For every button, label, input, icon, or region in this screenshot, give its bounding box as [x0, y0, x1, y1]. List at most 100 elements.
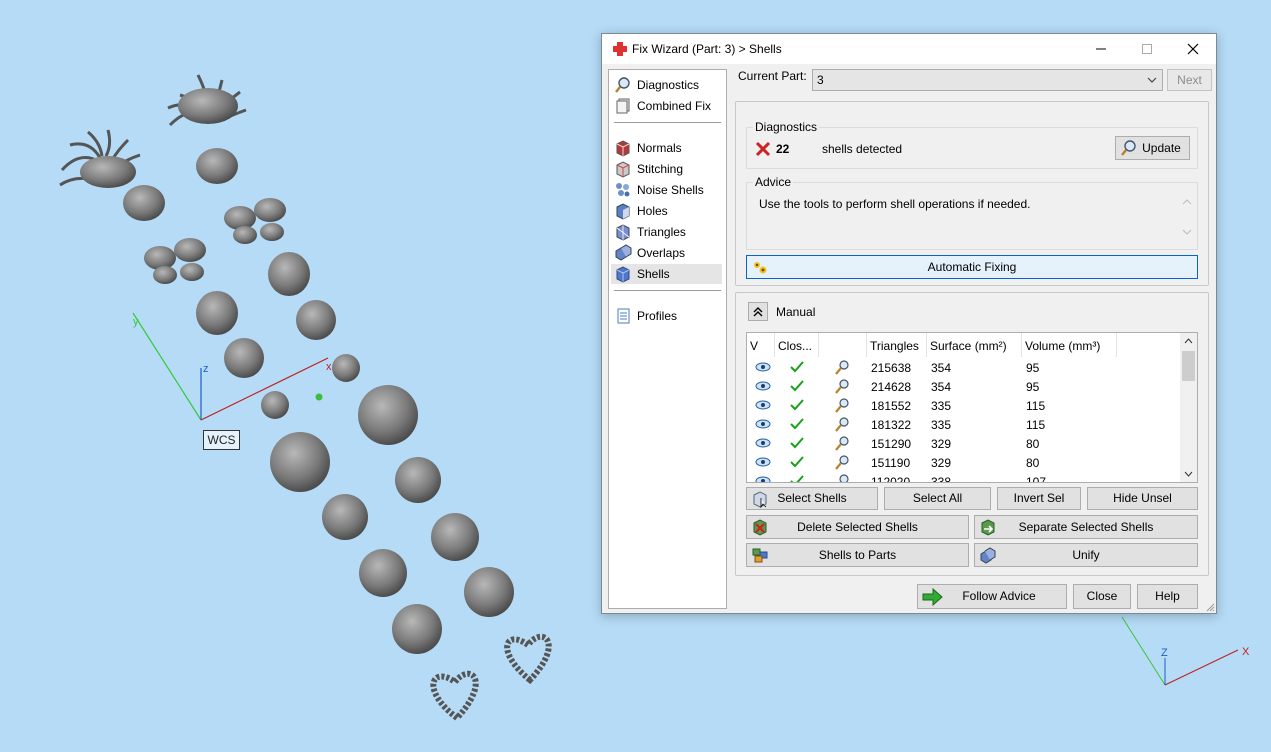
eye-icon[interactable]: [755, 419, 771, 429]
nav-item-label: Noise Shells: [637, 183, 704, 197]
separate-selected-shells-button[interactable]: Separate Selected Shells: [974, 515, 1198, 539]
jewelry-model-snowflake-2: [395, 457, 441, 503]
title-bar[interactable]: Fix Wizard (Part: 3) > Shells: [602, 34, 1216, 64]
netfabb-cross-icon: [613, 42, 627, 56]
select-all-button[interactable]: Select All: [884, 487, 991, 510]
unify-button[interactable]: Unify: [974, 543, 1198, 567]
minimize-icon: [1096, 48, 1106, 50]
automatic-fixing-button[interactable]: Automatic Fixing: [746, 255, 1198, 279]
nav-item-shells[interactable]: Shells: [611, 264, 722, 284]
table-row[interactable]: 151190 329 80: [747, 453, 1181, 472]
checkmark-icon: [790, 361, 804, 373]
column-header-closed[interactable]: Clos...: [775, 333, 819, 357]
close-window-button[interactable]: [1170, 34, 1216, 64]
nav-item-diagnostics[interactable]: Diagnostics: [611, 75, 722, 95]
table-row[interactable]: 181552 335 115: [747, 396, 1181, 415]
zoom-to-shell-icon[interactable]: [834, 378, 850, 394]
eye-icon[interactable]: [755, 381, 771, 391]
nav-item-holes[interactable]: Holes: [611, 201, 722, 221]
cell-volume: 115: [1026, 418, 1046, 432]
nav-item-normals[interactable]: Normals: [611, 138, 722, 158]
resize-grip-icon[interactable]: [1205, 602, 1215, 612]
eye-icon[interactable]: [755, 457, 771, 467]
zoom-to-shell-icon[interactable]: [834, 397, 850, 413]
shell-count: 22: [776, 142, 790, 156]
checkmark-icon: [790, 380, 804, 392]
next-button[interactable]: Next: [1167, 69, 1212, 91]
table-row[interactable]: 215638 354 95: [747, 358, 1181, 377]
nav-item-label: Holes: [637, 204, 668, 218]
scrollbar-thumb[interactable]: [1182, 351, 1195, 381]
nav-item-combined-fix[interactable]: Combined Fix: [611, 96, 722, 116]
maximize-button[interactable]: [1124, 34, 1170, 64]
holes-icon: [616, 203, 630, 220]
scroll-down-icon[interactable]: [1184, 471, 1193, 477]
diagnostics-group: Diagnostics 22 shells detected Update: [746, 120, 1198, 169]
column-header-surface[interactable]: Surface (mm²): [927, 333, 1022, 357]
follow-advice-button[interactable]: Follow Advice: [917, 584, 1067, 609]
automatic-fixing-label: Automatic Fixing: [927, 260, 1017, 274]
table-row[interactable]: 181322 335 115: [747, 415, 1181, 434]
cell-triangles: 214628: [871, 380, 912, 394]
scroll-up-icon[interactable]: [1182, 199, 1192, 205]
table-row[interactable]: 151290 329 80: [747, 434, 1181, 453]
close-button[interactable]: Close: [1073, 584, 1131, 609]
current-part-select[interactable]: 3: [812, 69, 1163, 91]
nav-item-stitching[interactable]: Stitching: [611, 159, 722, 179]
nav-item-profiles[interactable]: Profiles: [611, 306, 722, 326]
column-header-zoom[interactable]: [819, 333, 867, 357]
shells-to-parts-button[interactable]: Shells to Parts: [746, 543, 969, 567]
double-chevron-up-icon: [753, 307, 763, 317]
minimize-button[interactable]: [1078, 34, 1124, 64]
nav-item-label: Profiles: [637, 309, 678, 323]
shells-icon: [616, 266, 630, 283]
column-header-visible[interactable]: V: [747, 333, 775, 357]
cell-surface: 354: [931, 361, 952, 375]
cell-triangles: 112020: [871, 475, 911, 483]
scroll-up-icon[interactable]: [1184, 338, 1193, 344]
fix-wizard-dialog: Fix Wizard (Part: 3) > Shells Diagnostic…: [601, 33, 1217, 614]
jewelry-model-daisy-2: [464, 567, 514, 617]
eye-icon[interactable]: [755, 476, 771, 483]
axis-z-label: z: [203, 363, 209, 375]
nav-item-triangles[interactable]: Triangles: [611, 222, 722, 242]
shells-to-parts-icon: [752, 548, 768, 563]
separate-shell-icon: [981, 519, 995, 536]
eye-icon[interactable]: [755, 438, 771, 448]
jewelry-model-swirl-2: [196, 148, 238, 184]
cell-volume: 80: [1026, 437, 1040, 451]
zoom-to-shell-icon[interactable]: [834, 416, 850, 432]
corner-axis-z-label: Z: [1161, 647, 1168, 659]
advice-title: Advice: [753, 175, 794, 189]
zoom-to-shell-icon[interactable]: [834, 435, 850, 451]
delete-selected-shells-button[interactable]: Delete Selected Shells: [746, 515, 969, 539]
nav-item-overlaps[interactable]: Overlaps: [611, 243, 722, 263]
zoom-to-shell-icon[interactable]: [834, 359, 850, 375]
eye-icon[interactable]: [755, 362, 771, 372]
diagnostics-text: shells detected: [822, 142, 903, 156]
update-button[interactable]: Update: [1115, 136, 1190, 160]
scroll-down-icon[interactable]: [1182, 229, 1192, 235]
table-scrollbar[interactable]: [1180, 333, 1197, 482]
cell-volume: 95: [1026, 380, 1040, 394]
zoom-to-shell-icon[interactable]: [834, 473, 850, 483]
help-button[interactable]: Help: [1137, 584, 1198, 609]
zoom-to-shell-icon[interactable]: [834, 454, 850, 470]
select-shells-button[interactable]: Select Shells: [746, 487, 878, 510]
normals-icon: [616, 140, 630, 157]
eye-icon[interactable]: [755, 400, 771, 410]
column-header-volume[interactable]: Volume (mm³): [1022, 333, 1117, 357]
nav-item-noise-shells[interactable]: Noise Shells: [611, 180, 722, 200]
cell-surface: 329: [931, 456, 952, 470]
jewelry-model-swirl-1: [123, 185, 165, 221]
column-header-triangles[interactable]: Triangles: [867, 333, 927, 357]
follow-advice-label: Follow Advice: [962, 589, 1036, 603]
diagnostics-panel: Diagnostics 22 shells detected Update Ad…: [735, 101, 1209, 286]
hide-unselected-button[interactable]: Hide Unsel: [1087, 487, 1198, 510]
cell-surface: 354: [931, 380, 952, 394]
nav-item-label: Shells: [637, 267, 670, 281]
collapse-manual-button[interactable]: [748, 302, 768, 321]
table-row[interactable]: 214628 354 95: [747, 377, 1181, 396]
invert-selection-button[interactable]: Invert Sel: [997, 487, 1081, 510]
table-row[interactable]: 112020 338 107: [747, 472, 1181, 483]
